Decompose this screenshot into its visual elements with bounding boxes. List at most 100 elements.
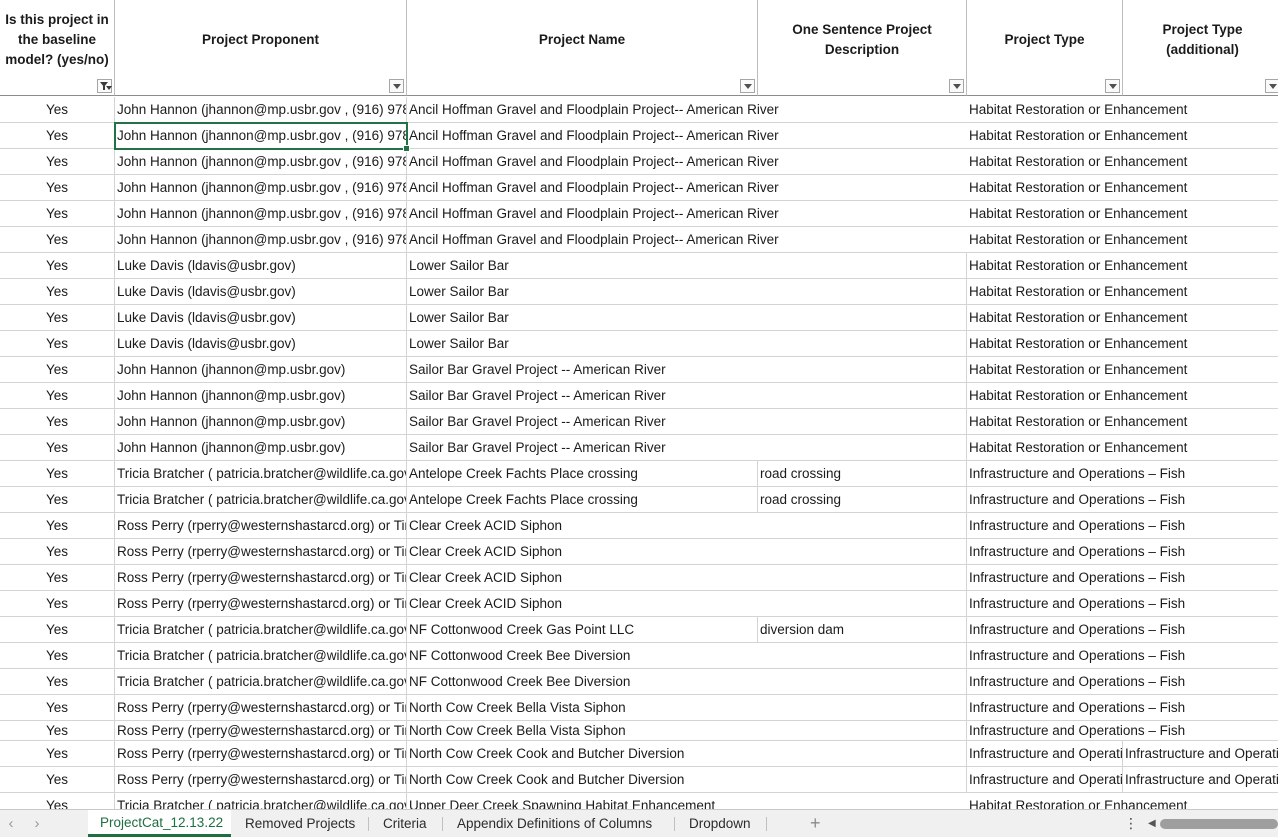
sheet-tab[interactable]: Dropdown [677, 810, 767, 837]
cell-desc[interactable] [758, 695, 967, 720]
cell-name[interactable]: Upper Deer Creek Spawning Habitat Enhanc… [407, 793, 758, 809]
cell-desc[interactable] [758, 539, 967, 564]
cell-name[interactable]: Clear Creek ACID Siphon [407, 513, 758, 538]
cell-type[interactable]: Infrastructure and Operations – Fish [967, 513, 1185, 538]
cell-name[interactable]: Lower Sailor Bar [407, 305, 758, 330]
cell-desc[interactable] [758, 331, 967, 356]
cell-desc[interactable]: road crossing [758, 461, 967, 486]
cell-name[interactable]: Ancil Hoffman Gravel and Floodplain Proj… [407, 123, 779, 148]
cell-desc[interactable] [758, 591, 967, 616]
cell-type2[interactable]: Infrastructure and Operations – Fish [1123, 767, 1278, 792]
more-options-icon[interactable]: ⋮ [1124, 815, 1138, 832]
cell-baseline[interactable]: Yes [0, 123, 115, 148]
cell-type[interactable]: Habitat Restoration or Enhancement [967, 97, 1187, 122]
cell-desc[interactable] [758, 793, 967, 809]
cell-name[interactable]: North Cow Creek Cook and Butcher Diversi… [407, 741, 758, 766]
cell-baseline[interactable]: Yes [0, 539, 115, 564]
cell-type[interactable]: Infrastructure and Operations – Fish [967, 591, 1185, 616]
filter-dropdown-icon[interactable] [740, 79, 755, 93]
cell-baseline[interactable]: Yes [0, 435, 115, 460]
cell-proponent[interactable]: Ross Perry (rperry@westernshastarcd.org)… [115, 591, 407, 616]
cell-type[interactable]: Infrastructure and Operations – Fish [967, 741, 1123, 766]
cell-proponent[interactable]: Tricia Bratcher ( patricia.bratcher@wild… [115, 617, 407, 642]
filter-dropdown-icon[interactable] [1265, 79, 1278, 93]
cell-proponent[interactable]: Ross Perry (rperry@westernshastarcd.org)… [115, 721, 407, 740]
cell-proponent[interactable]: John Hannon (jhannon@mp.usbr.gov) [115, 357, 407, 382]
cell-desc[interactable] [758, 123, 967, 148]
cell-type[interactable]: Habitat Restoration or Enhancement [967, 435, 1187, 460]
cell-desc[interactable] [758, 643, 967, 668]
cell-baseline[interactable]: Yes [0, 357, 115, 382]
cell-desc[interactable] [758, 409, 967, 434]
column-header-proponent[interactable]: Project Proponent [115, 0, 407, 96]
cell-proponent[interactable]: Luke Davis (ldavis@usbr.gov) [115, 279, 407, 304]
scroll-left-arrow-icon[interactable]: ◀ [1148, 818, 1156, 829]
cell-name[interactable]: Clear Creek ACID Siphon [407, 539, 758, 564]
cell-desc[interactable] [758, 669, 967, 694]
cell-type[interactable]: Habitat Restoration or Enhancement [967, 123, 1187, 148]
cell-desc[interactable] [758, 97, 967, 122]
column-header-name[interactable]: Project Name [407, 0, 758, 96]
cell-type[interactable]: Habitat Restoration or Enhancement [967, 383, 1187, 408]
cell-type[interactable]: Infrastructure and Operations – Fish [967, 565, 1185, 590]
scroll-tabs-left-icon[interactable]: ‹ [4, 815, 18, 832]
cell-type[interactable]: Habitat Restoration or Enhancement [967, 175, 1187, 200]
cell-proponent[interactable]: Ross Perry (rperry@westernshastarcd.org)… [115, 695, 407, 720]
cell-name[interactable]: Sailor Bar Gravel Project -- American Ri… [407, 357, 758, 382]
cell-type[interactable]: Infrastructure and Operations – Fish [967, 643, 1185, 668]
cell-proponent[interactable]: John Hannon (jhannon@mp.usbr.gov) [115, 409, 407, 434]
cell-desc[interactable] [758, 721, 967, 740]
cell-desc[interactable] [758, 227, 967, 252]
cell-desc[interactable]: diversion dam [758, 617, 967, 642]
cell-baseline[interactable]: Yes [0, 279, 115, 304]
column-header-baseline[interactable]: Is this project in the baseline model? (… [0, 0, 115, 96]
cell-desc[interactable] [758, 253, 967, 278]
filter-dropdown-icon[interactable] [389, 79, 404, 93]
cell-proponent[interactable]: Tricia Bratcher ( patricia.bratcher@wild… [115, 643, 407, 668]
cell-baseline[interactable]: Yes [0, 175, 115, 200]
cell-proponent[interactable]: Luke Davis (ldavis@usbr.gov) [115, 305, 407, 330]
cell-type[interactable]: Habitat Restoration or Enhancement [967, 279, 1187, 304]
sheet-tab[interactable]: ProjectCat_12.13.22 [88, 810, 231, 837]
cell-type[interactable]: Habitat Restoration or Enhancement [967, 227, 1187, 252]
cell-desc[interactable] [758, 383, 967, 408]
cell-proponent[interactable]: Ross Perry (rperry@westernshastarcd.org)… [115, 539, 407, 564]
cell-name[interactable]: Clear Creek ACID Siphon [407, 565, 758, 590]
cell-name[interactable]: Ancil Hoffman Gravel and Floodplain Proj… [407, 227, 779, 252]
cell-name[interactable]: Ancil Hoffman Gravel and Floodplain Proj… [407, 149, 779, 174]
cell-desc[interactable] [758, 149, 967, 174]
cell-baseline[interactable]: Yes [0, 793, 115, 809]
cell-name[interactable]: NF Cottonwood Creek Bee Diversion [407, 669, 758, 694]
cell-name[interactable]: Ancil Hoffman Gravel and Floodplain Proj… [407, 97, 779, 122]
cell-type2[interactable]: Infrastructure and Operations – Fish [1123, 741, 1278, 766]
cell-type[interactable]: Infrastructure and Operations – Fish [967, 669, 1185, 694]
column-header-desc[interactable]: One Sentence Project Description [758, 0, 967, 96]
cell-desc[interactable] [758, 201, 967, 226]
cell-name[interactable]: Sailor Bar Gravel Project -- American Ri… [407, 409, 758, 434]
cell-desc[interactable] [758, 565, 967, 590]
cell-proponent[interactable]: Tricia Bratcher ( patricia.bratcher@wild… [115, 461, 407, 486]
cell-baseline[interactable]: Yes [0, 97, 115, 122]
cell-desc[interactable] [758, 741, 967, 766]
cell-name[interactable]: NF Cottonwood Creek Gas Point LLC [407, 617, 758, 642]
sheet-tab[interactable]: Criteria [371, 810, 443, 837]
cell-name[interactable]: Ancil Hoffman Gravel and Floodplain Proj… [407, 201, 779, 226]
cell-type[interactable]: Habitat Restoration or Enhancement [967, 409, 1187, 434]
column-header-type[interactable]: Project Type [967, 0, 1123, 96]
cell-name[interactable]: Antelope Creek Fachts Place crossing [407, 487, 758, 512]
cell-name[interactable]: Antelope Creek Fachts Place crossing [407, 461, 758, 486]
cell-proponent[interactable]: Ross Perry (rperry@westernshastarcd.org)… [115, 767, 407, 792]
cell-proponent[interactable]: John Hannon (jhannon@mp.usbr.gov , (916)… [115, 201, 407, 226]
cell-type[interactable]: Infrastructure and Operations – Fish [967, 767, 1123, 792]
filter-dropdown-icon[interactable] [1105, 79, 1120, 93]
cell-type[interactable]: Infrastructure and Operations – Fish [967, 487, 1185, 512]
cell-name[interactable]: Lower Sailor Bar [407, 253, 758, 278]
cell-proponent[interactable]: John Hannon (jhannon@mp.usbr.gov , (916)… [115, 123, 407, 148]
cell-type[interactable]: Habitat Restoration or Enhancement [967, 149, 1187, 174]
cell-name[interactable]: Sailor Bar Gravel Project -- American Ri… [407, 383, 758, 408]
cell-name[interactable]: Lower Sailor Bar [407, 331, 758, 356]
cell-baseline[interactable]: Yes [0, 201, 115, 226]
cell-proponent[interactable]: John Hannon (jhannon@mp.usbr.gov , (916)… [115, 149, 407, 174]
cell-baseline[interactable]: Yes [0, 305, 115, 330]
cell-baseline[interactable]: Yes [0, 253, 115, 278]
